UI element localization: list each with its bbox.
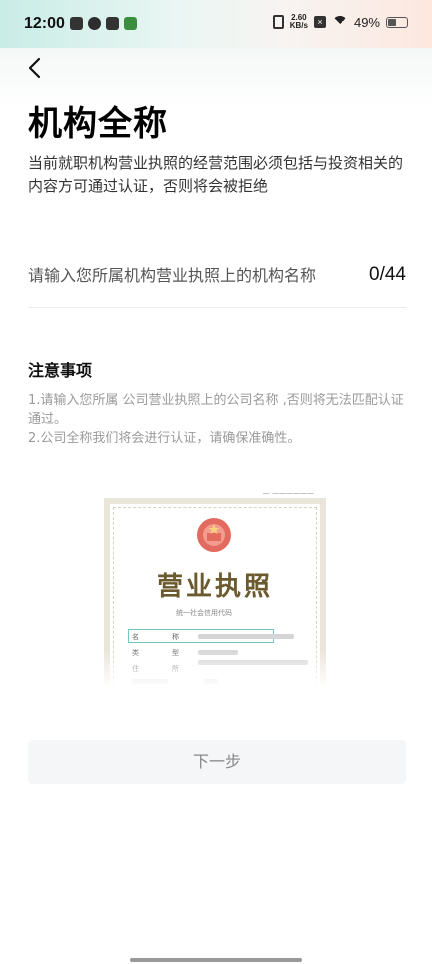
chevron-left-icon bbox=[28, 57, 41, 79]
license-field-label: 称 bbox=[172, 633, 179, 641]
wifi-icon bbox=[331, 16, 348, 32]
no-sim-icon: × bbox=[313, 16, 326, 28]
status-bar: 12:00 2.60 KB/s × 49% bbox=[0, 0, 432, 48]
note-item: 2.公司全称我们将会进行认证，请确保准确性。 bbox=[28, 431, 301, 446]
national-emblem-icon bbox=[197, 518, 231, 552]
save-icon bbox=[70, 17, 83, 30]
weibo-icon bbox=[88, 17, 101, 30]
license-blurred-value bbox=[198, 634, 294, 639]
license-field-label: 名 bbox=[132, 633, 139, 641]
page-title: 机构全称 bbox=[28, 104, 168, 144]
home-indicator[interactable] bbox=[130, 958, 302, 962]
game-icon bbox=[124, 17, 137, 30]
battery-icon bbox=[386, 16, 408, 28]
tiktok-icon bbox=[106, 17, 119, 30]
license-fade bbox=[104, 648, 326, 688]
status-app-icons bbox=[70, 17, 137, 30]
next-step-button[interactable]: 下一步 bbox=[28, 740, 406, 784]
license-unified-code-label: 统一社会信用代码 bbox=[176, 609, 232, 617]
org-name-row: 0/44 bbox=[28, 256, 406, 308]
page-description: 当前就职机构营业执照的经营范围必须包括与投资相关的内容方可通过认证，否则将会被拒… bbox=[28, 154, 404, 195]
license-title: 营业执照 bbox=[156, 572, 273, 602]
status-right-group: 2.60 KB/s × 49% bbox=[272, 14, 408, 32]
notes-title: 注意事项 bbox=[28, 361, 93, 380]
business-license-sample: — —————— 营业执照 统一社会信用代码 名 称 类 型 住 所 bbox=[104, 489, 326, 688]
battery-fill bbox=[388, 18, 397, 26]
battery-percent: 49% bbox=[353, 14, 380, 30]
license-name-row: 名 称 bbox=[132, 632, 302, 642]
note-item: 1.请输入您所属 公司营业执照上的公司名称 ,否则将无法匹配认证通过。 bbox=[28, 393, 404, 427]
vibrate-icon bbox=[272, 15, 284, 29]
license-serial: — —————— bbox=[262, 489, 314, 497]
back-button[interactable] bbox=[22, 54, 50, 82]
org-name-input[interactable] bbox=[28, 260, 348, 290]
status-time: 12:00 bbox=[24, 15, 65, 32]
char-counter: 0/44 bbox=[369, 264, 406, 285]
network-speed-unit: KB/s bbox=[289, 21, 308, 30]
network-speed: 2.60 KB/s bbox=[290, 14, 308, 30]
